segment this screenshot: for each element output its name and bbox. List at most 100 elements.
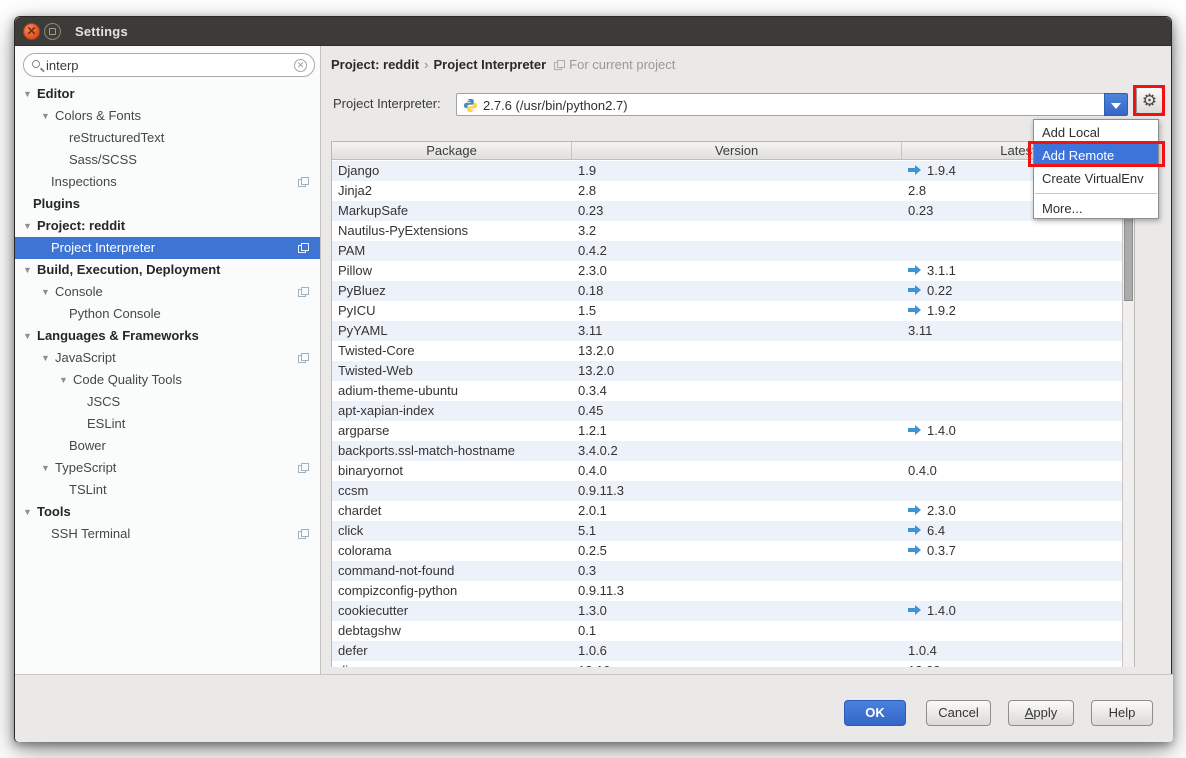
table-row-backports-ssl-match-hostname[interactable]: backports.ssl-match-hostname3.4.0.2: [332, 441, 1122, 461]
sidebar-item-bower[interactable]: Bower: [15, 435, 320, 457]
sidebar-item-project-interpreter[interactable]: Project Interpreter: [15, 237, 320, 259]
ok-button[interactable]: OK: [844, 700, 906, 726]
sidebar-item-languages-frameworks[interactable]: ▼Languages & Frameworks: [15, 325, 320, 347]
sidebar-item-console[interactable]: ▼Console: [15, 281, 320, 303]
table-row-debtagshw[interactable]: debtagshw0.1: [332, 621, 1122, 641]
expander-icon[interactable]: ▼: [23, 215, 37, 237]
table-row-django[interactable]: Django1.91.9.4: [332, 161, 1122, 181]
sidebar-item-label: Python Console: [69, 306, 161, 321]
package-version: 2.3.0: [578, 261, 898, 281]
packages-table: Package Version Latest Django1.91.9.4Jin…: [331, 141, 1135, 667]
sidebar-item-tslint[interactable]: TSLint: [15, 479, 320, 501]
sidebar-item-editor[interactable]: ▼Editor: [15, 83, 320, 105]
sidebar-item-jscs[interactable]: JSCS: [15, 391, 320, 413]
package-name: Jinja2: [338, 181, 568, 201]
sidebar-item-ssh-terminal[interactable]: SSH Terminal: [15, 523, 320, 545]
sidebar-item-python-console[interactable]: Python Console: [15, 303, 320, 325]
column-header-version[interactable]: Version: [572, 142, 902, 160]
table-row-chardet[interactable]: chardet2.0.12.3.0: [332, 501, 1122, 521]
per-project-icon: [554, 60, 565, 70]
sidebar-item-javascript[interactable]: ▼JavaScript: [15, 347, 320, 369]
expander-icon[interactable]: ▼: [23, 325, 37, 347]
gear-button[interactable]: ⚙: [1136, 87, 1163, 114]
package-version: 3.2: [578, 221, 898, 241]
menu-item-add-remote[interactable]: Add Remote: [1034, 144, 1158, 167]
package-version: 0.18: [578, 281, 898, 301]
sidebar-item-label: Tools: [37, 504, 71, 519]
table-row-pam[interactable]: PAM0.4.2: [332, 241, 1122, 261]
table-row-dirspec[interactable]: dirspec13.1013.08: [332, 661, 1122, 667]
package-latest: 0.4.0: [908, 461, 1118, 481]
table-row-compizconfig-python[interactable]: compizconfig-python0.9.11.3: [332, 581, 1122, 601]
per-project-icon: [298, 287, 308, 297]
package-version: 3.11: [578, 321, 898, 341]
package-version: 13.2.0: [578, 361, 898, 381]
package-name: binaryornot: [338, 461, 568, 481]
package-name: Twisted-Web: [338, 361, 568, 381]
table-row-defer[interactable]: defer1.0.61.0.4: [332, 641, 1122, 661]
sidebar-item-plugins[interactable]: Plugins: [15, 193, 320, 215]
package-version: 0.4.0: [578, 461, 898, 481]
sidebar-item-inspections[interactable]: Inspections: [15, 171, 320, 193]
package-version: 0.45: [578, 401, 898, 421]
table-row-apt-xapian-index[interactable]: apt-xapian-index0.45: [332, 401, 1122, 421]
table-row-click[interactable]: click5.16.4: [332, 521, 1122, 541]
clear-search-icon[interactable]: ✕: [294, 59, 307, 72]
table-row-markupsafe[interactable]: MarkupSafe0.230.23: [332, 201, 1122, 221]
cancel-button[interactable]: Cancel: [926, 700, 991, 726]
table-scrollbar[interactable]: [1122, 161, 1134, 667]
help-button[interactable]: Help: [1091, 700, 1153, 726]
sidebar-item-project-reddit[interactable]: ▼Project: reddit: [15, 215, 320, 237]
sidebar-item-restructuredtext[interactable]: reStructuredText: [15, 127, 320, 149]
table-row-colorama[interactable]: colorama0.2.50.3.7: [332, 541, 1122, 561]
menu-item-more[interactable]: More...: [1034, 197, 1158, 220]
expander-icon[interactable]: ▼: [23, 259, 37, 281]
table-row-twisted-core[interactable]: Twisted-Core13.2.0: [332, 341, 1122, 361]
interpreter-combobox[interactable]: 2.7.6 (/usr/bin/python2.7): [456, 93, 1104, 116]
package-version: 0.4.2: [578, 241, 898, 261]
package-latest: [908, 561, 1118, 581]
gear-icon: ⚙: [1142, 91, 1157, 110]
table-row-pyyaml[interactable]: PyYAML3.113.11: [332, 321, 1122, 341]
table-row-twisted-web[interactable]: Twisted-Web 13.2.0: [332, 361, 1122, 381]
sidebar-item-build-execution-deployment[interactable]: ▼Build, Execution, Deployment: [15, 259, 320, 281]
apply-button[interactable]: Apply: [1008, 700, 1074, 726]
table-row-binaryornot[interactable]: binaryornot 0.4.0 0.4.0: [332, 461, 1122, 481]
interpreter-dropdown-arrow[interactable]: [1104, 93, 1128, 116]
search-box[interactable]: ✕: [23, 53, 315, 77]
table-row-pybluez[interactable]: PyBluez0.180.22: [332, 281, 1122, 301]
close-icon[interactable]: ✕: [23, 23, 40, 40]
sidebar-item-colors-fonts[interactable]: ▼Colors & Fonts: [15, 105, 320, 127]
column-header-package[interactable]: Package: [332, 142, 572, 160]
menu-item-add-local[interactable]: Add Local: [1034, 121, 1158, 144]
table-row-adium-theme-ubuntu[interactable]: adium-theme-ubuntu0.3.4: [332, 381, 1122, 401]
package-name: cookiecutter: [338, 601, 568, 621]
expander-icon[interactable]: ▼: [41, 457, 55, 479]
table-row-argparse[interactable]: argparse1.2.11.4.0: [332, 421, 1122, 441]
table-row-pillow[interactable]: Pillow2.3.03.1.1: [332, 261, 1122, 281]
package-name: Django: [338, 161, 568, 181]
sidebar-item-label: reStructuredText: [69, 130, 164, 145]
expander-icon[interactable]: ▼: [41, 347, 55, 369]
expander-icon[interactable]: ▼: [23, 501, 37, 523]
expander-icon[interactable]: ▼: [59, 369, 73, 391]
table-row-ccsm[interactable]: ccsm0.9.11.3: [332, 481, 1122, 501]
table-row-cookiecutter[interactable]: cookiecutter1.3.01.4.0: [332, 601, 1122, 621]
expander-icon[interactable]: ▼: [41, 105, 55, 127]
expander-icon[interactable]: ▼: [23, 83, 37, 105]
table-row-command-not-found[interactable]: command-not-found0.3: [332, 561, 1122, 581]
sidebar-item-sass-scss[interactable]: Sass/SCSS: [15, 149, 320, 171]
table-row-jinja2[interactable]: Jinja22.82.8: [332, 181, 1122, 201]
table-row-pyicu[interactable]: PyICU1.51.9.2: [332, 301, 1122, 321]
sidebar-item-code-quality-tools[interactable]: ▼Code Quality Tools: [15, 369, 320, 391]
package-version: 0.23: [578, 201, 898, 221]
interpreter-label: Project Interpreter:: [333, 96, 441, 111]
maximize-icon[interactable]: [44, 23, 61, 40]
table-row-nautilus-pyextensions[interactable]: Nautilus-PyExtensions3.2: [332, 221, 1122, 241]
sidebar-item-typescript[interactable]: ▼TypeScript: [15, 457, 320, 479]
sidebar-item-eslint[interactable]: ESLint: [15, 413, 320, 435]
search-input[interactable]: [46, 56, 294, 74]
expander-icon[interactable]: ▼: [41, 281, 55, 303]
sidebar-item-tools[interactable]: ▼Tools: [15, 501, 320, 523]
menu-item-create-virtualenv[interactable]: Create VirtualEnv: [1034, 167, 1158, 190]
